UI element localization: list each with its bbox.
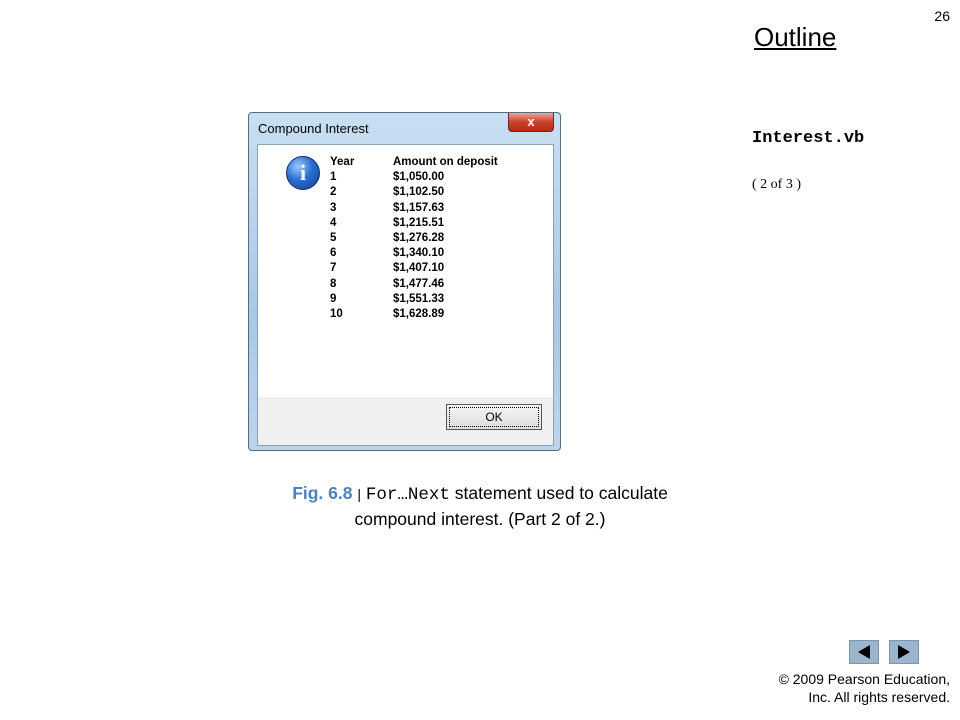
table-row: 10 $1,628.89: [330, 308, 498, 323]
part-label: ( 2 of 3 ): [752, 177, 801, 192]
figure-caption: Fig. 6.8 | For…Next statement used to ca…: [230, 481, 730, 531]
table-row: 7 $1,407.10: [330, 262, 498, 277]
row-year: 4: [330, 216, 337, 229]
row-year: 10: [330, 307, 343, 320]
copyright-line2: Inc. All rights reserved.: [808, 689, 950, 705]
next-slide-button[interactable]: [889, 640, 919, 664]
triangle-left-icon: [858, 645, 870, 659]
table-row: 9 $1,551.33: [330, 293, 498, 308]
row-year: 5: [330, 231, 337, 244]
row-amount: $1,276.28: [393, 231, 445, 244]
row-year: 1: [330, 171, 337, 184]
compound-interest-dialog: Compound Interest x i Year Amount on depo…: [248, 112, 561, 451]
table-row: 6 $1,340.10: [330, 247, 498, 262]
row-amount: $1,340.10: [393, 247, 445, 260]
copyright-line1: © 2009 Pearson Education,: [778, 671, 950, 687]
file-name: Interest.vb: [752, 129, 865, 148]
page-number: 26: [934, 8, 950, 24]
dialog-titlebar: Compound Interest x: [249, 113, 560, 143]
table-row: 8 $1,477.46: [330, 278, 498, 293]
row-amount: $1,102.50: [393, 186, 445, 199]
close-icon: x: [527, 114, 535, 129]
dialog-client-area: i Year Amount on deposit 1 $1,050.00 2 $1,10…: [257, 144, 554, 446]
row-amount: $1,215.51: [393, 216, 445, 229]
copyright: © 2009 Pearson Education, Inc. All right…: [779, 670, 950, 706]
table-row: 3 $1,157.63: [330, 202, 498, 217]
row-year: 7: [330, 262, 337, 275]
row-amount: $1,050.00: [393, 171, 445, 184]
ok-button[interactable]: OK: [446, 404, 542, 430]
row-amount: $1,477.46: [393, 277, 445, 290]
figure-label: Fig. 6.8: [292, 483, 353, 503]
table-header-row: Year Amount on deposit: [330, 156, 498, 171]
table-row: 5 $1,276.28: [330, 232, 498, 247]
row-year: 6: [330, 247, 337, 260]
dialog-title: Compound Interest: [258, 121, 369, 136]
header-amount: Amount on deposit: [393, 156, 498, 168]
close-button[interactable]: x: [508, 113, 554, 132]
caption-separator: |: [357, 486, 361, 502]
table-row: 4 $1,215.51: [330, 217, 498, 232]
dialog-content: i Year Amount on deposit 1 $1,050.00 2 $1,10…: [258, 145, 553, 397]
row-amount: $1,407.10: [393, 262, 445, 275]
header-year: Year: [330, 156, 355, 168]
outline-link[interactable]: Outline: [754, 22, 836, 53]
table-row: 2 $1,102.50: [330, 186, 498, 201]
row-year: 9: [330, 292, 337, 305]
table-row: 1 $1,050.00: [330, 171, 498, 186]
caption-text-line1: statement used to calculate: [454, 483, 668, 503]
triangle-right-icon: [898, 645, 910, 659]
row-amount: $1,157.63: [393, 201, 445, 214]
row-year: 2: [330, 186, 337, 199]
information-icon: i: [286, 156, 320, 190]
previous-slide-button[interactable]: [849, 640, 879, 664]
row-amount: $1,628.89: [393, 307, 445, 320]
caption-text-line2: compound interest. (Part 2 of 2.): [354, 509, 606, 529]
caption-code: For…Next: [365, 485, 450, 505]
row-year: 3: [330, 201, 337, 214]
row-year: 8: [330, 277, 337, 290]
row-amount: $1,551.33: [393, 292, 445, 305]
interest-table: Year Amount on deposit 1 $1,050.00 2 $1,102.…: [330, 156, 498, 323]
